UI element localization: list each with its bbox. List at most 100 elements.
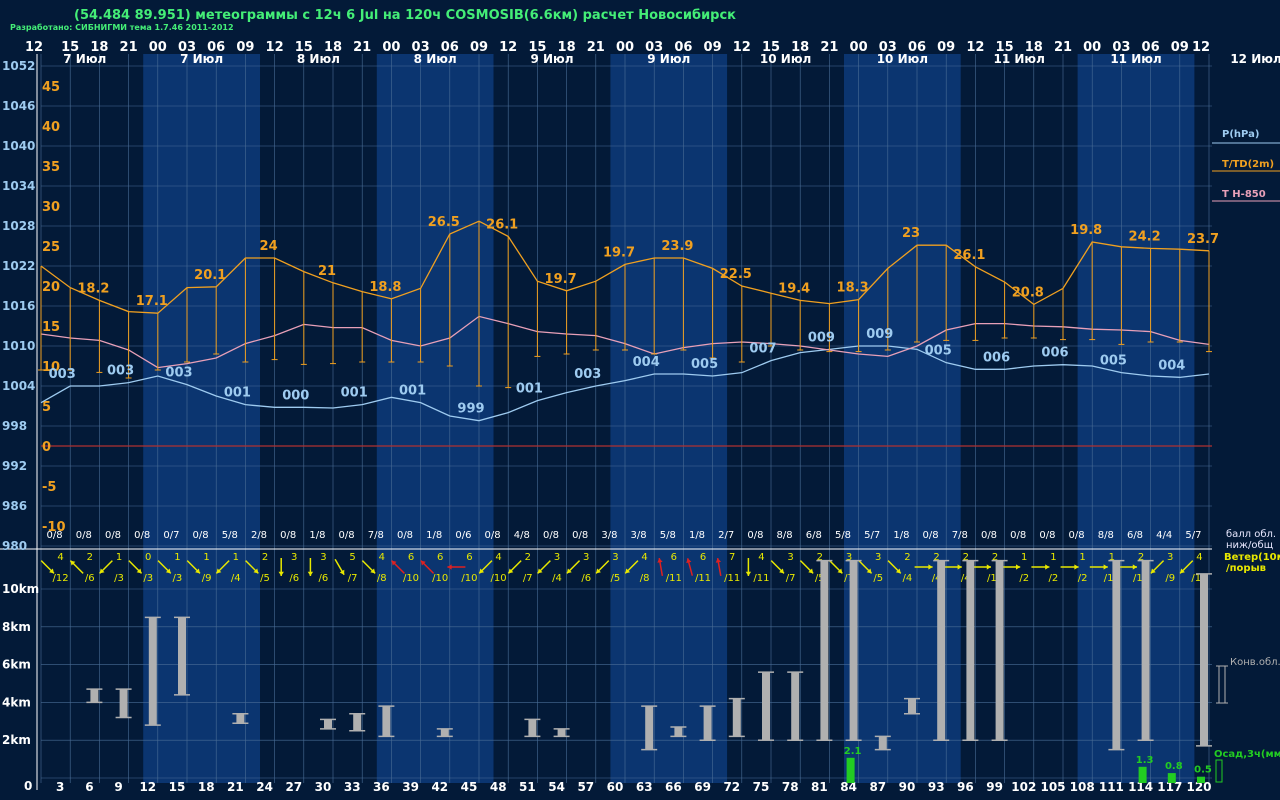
pressure-tick-label: 1016 xyxy=(2,299,35,313)
cloud-cover-value: 3/8 xyxy=(601,530,617,541)
pressure-value-label: 009 xyxy=(866,327,893,342)
temperature-value-label: 26.1 xyxy=(953,248,985,263)
wind-speed: 6 xyxy=(437,552,443,563)
wind-gust: /6 xyxy=(581,573,591,584)
legend-precipitation-box xyxy=(1215,759,1223,783)
cloud-cover-value: 5/8 xyxy=(835,530,851,541)
pressure-tick-label: 1010 xyxy=(2,339,35,353)
cloud-cover-value: 6/8 xyxy=(806,530,822,541)
forecast-hour-label: 15 xyxy=(169,780,186,794)
hour-tick-label: 12 xyxy=(25,40,43,55)
cloud-cover-value: 2/7 xyxy=(718,530,734,541)
cloud-cover-value: 0/8 xyxy=(1069,530,1085,541)
hour-tick-label: 00 xyxy=(1083,40,1101,55)
precipitation-bar xyxy=(846,757,855,783)
convective-cloud-bar xyxy=(762,672,770,741)
day-band xyxy=(143,54,260,783)
cloud-cover-value: 7/8 xyxy=(952,530,968,541)
wind-speed: 4 xyxy=(379,552,385,563)
forecast-hour-label: 12 xyxy=(139,780,156,794)
wind-speed: 3 xyxy=(612,552,618,563)
convective-cloud-bar xyxy=(1200,573,1208,746)
temperature-value-label: 26.1 xyxy=(486,217,518,232)
wind-speed: 4 xyxy=(758,552,764,563)
day-band xyxy=(1077,54,1195,783)
convective-cloud-bar xyxy=(236,713,245,724)
wind-speed: 1 xyxy=(1021,552,1027,563)
cloud-cover-value: 5/7 xyxy=(1185,530,1201,541)
day-label: 9 Июл xyxy=(647,52,690,66)
legend-precipitation: Осад,3ч(мм) xyxy=(1214,749,1280,760)
pressure-value-label: 007 xyxy=(749,342,776,357)
forecast-hour-label: 75 xyxy=(753,780,770,794)
wind-gust: /7 xyxy=(523,573,533,584)
temperature-tick-label: 35 xyxy=(42,160,60,175)
day-bands xyxy=(41,54,1195,783)
cloud-cover-value: 1/8 xyxy=(426,530,442,541)
forecast-hour-label: 51 xyxy=(519,780,536,794)
hour-tick-label: 12 xyxy=(1192,40,1210,55)
day-label: 8 Июл xyxy=(297,52,340,66)
forecast-hour-label: 60 xyxy=(607,780,624,794)
wind-gust: /3 xyxy=(173,573,183,584)
hour-tick-label: 21 xyxy=(120,40,138,55)
wind-gust: /7 xyxy=(348,573,358,584)
wind-speed: 6 xyxy=(466,552,472,563)
temperature-value-label: 20.1 xyxy=(194,268,226,283)
wind-gust: /12 xyxy=(53,573,69,584)
forecast-hour-label: 72 xyxy=(723,780,740,794)
day-label: 10 Июл xyxy=(877,52,928,66)
wind-speed: 4 xyxy=(1196,552,1202,563)
cloud-cover-value: 1/8 xyxy=(893,530,909,541)
cloud-cover-value: 4/4 xyxy=(1156,530,1172,541)
cloud-cover-value: 3/8 xyxy=(631,530,647,541)
pressure-value-label: 001 xyxy=(399,384,426,399)
cloud-cover-value: 0/6 xyxy=(455,530,471,541)
pressure-tick-label: 1046 xyxy=(2,99,35,113)
wind-gust: /9 xyxy=(1165,573,1175,584)
wind-gust: /10 xyxy=(432,573,448,584)
temperature-tick-label: 45 xyxy=(42,80,60,95)
convective-cloud-bar xyxy=(645,706,654,750)
temperature-value-label: 19.7 xyxy=(545,272,577,287)
convective-cloud-bar xyxy=(995,560,1004,741)
forecast-hour-label: 36 xyxy=(373,780,390,794)
wind-gust: /10 xyxy=(461,573,477,584)
temperature-tick-label: -5 xyxy=(42,480,56,495)
legend-cloud-cover: балл обл. xyxy=(1226,529,1276,540)
pressure-value-label: 003 xyxy=(107,364,134,379)
cloud-cover-value: 0/8 xyxy=(339,530,355,541)
forecast-hour-label: 63 xyxy=(636,780,653,794)
wind-gust: /2 xyxy=(1078,573,1088,584)
hour-tick-label: 09 xyxy=(937,40,955,55)
pressure-tick-label: 1004 xyxy=(2,379,35,393)
forecast-hour-label: 78 xyxy=(782,780,799,794)
legend: P(hPa) T/TD(2m) T H-850 балл обл.ниж/общВет… xyxy=(1212,129,1280,783)
pressure-value-label: 003 xyxy=(49,367,76,382)
convective-cloud-bar xyxy=(878,736,887,750)
temperature-tick-label: 25 xyxy=(42,240,60,255)
temperature-value-label: 21 xyxy=(318,264,336,279)
cloud-cover-value: 0/8 xyxy=(981,530,997,541)
wind-speed: 3 xyxy=(1167,552,1173,563)
hour-tick-label: 00 xyxy=(382,40,400,55)
convective-cloud-bar xyxy=(1141,560,1150,741)
day-label: 7 Июл xyxy=(63,52,106,66)
pressure-tick-label: 986 xyxy=(2,499,27,513)
wind-speed: 3 xyxy=(875,552,881,563)
pressure-tick-label: 1040 xyxy=(2,139,35,153)
pressure-value-label: 005 xyxy=(691,357,718,372)
cloud-cover-value: 0/8 xyxy=(47,530,63,541)
wind-gust: /5 xyxy=(611,573,621,584)
convective-cloud-bar xyxy=(849,560,858,741)
temperature-value-label: 23.7 xyxy=(1187,232,1219,247)
cloud-cover-value: 0/8 xyxy=(1010,530,1026,541)
convective-cloud-bar xyxy=(1112,560,1121,750)
cloud-cover-value: 0/8 xyxy=(397,530,413,541)
pressure-tick-label: 1034 xyxy=(2,179,35,193)
convective-cloud-bar xyxy=(178,617,186,695)
cloud-cover-value: 0/7 xyxy=(163,530,179,541)
temperature-value-label: 23.9 xyxy=(661,239,693,254)
hour-tick-label: 21 xyxy=(587,40,605,55)
hour-tick-label: 12 xyxy=(966,40,984,55)
